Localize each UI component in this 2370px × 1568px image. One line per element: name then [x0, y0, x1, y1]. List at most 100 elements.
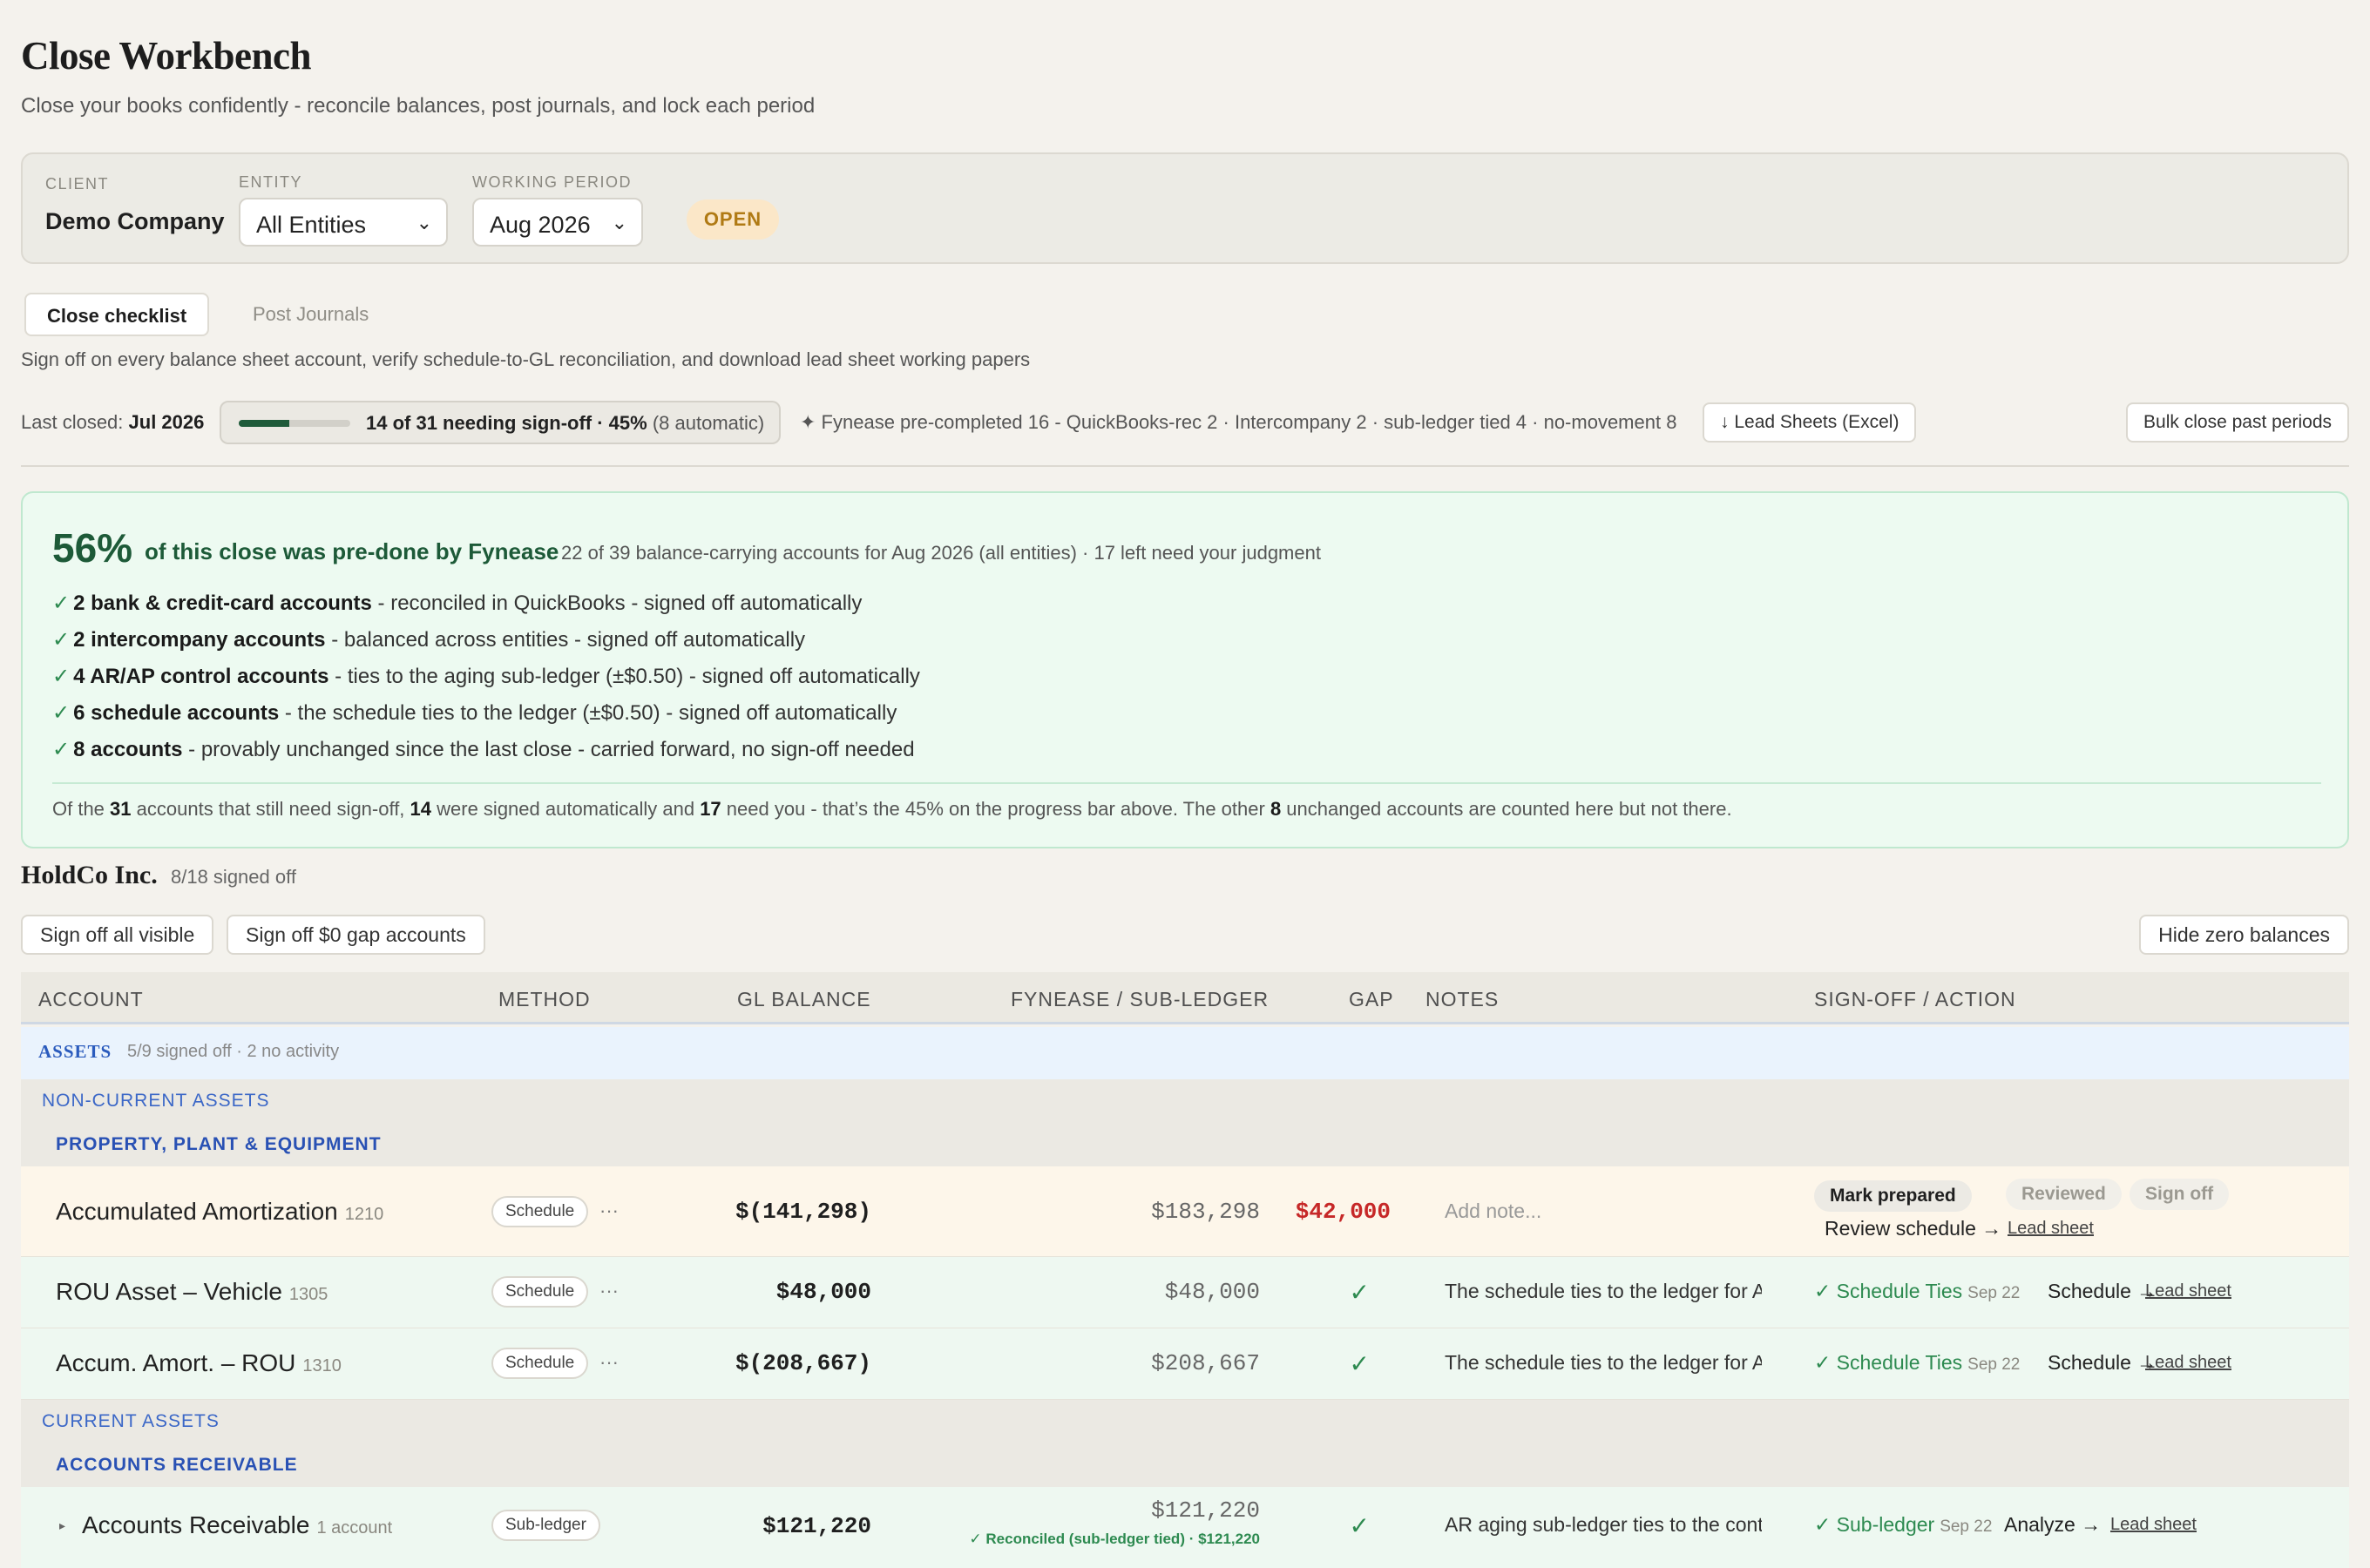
mark-prepared-button[interactable]: Mark prepared	[1814, 1180, 1972, 1212]
predone-item-text: - provably unchanged since the last clos…	[182, 738, 915, 761]
lead-sheet-link[interactable]: Lead sheet	[2110, 1515, 2197, 1535]
bulk-close-button[interactable]: Bulk close past periods	[2126, 402, 2349, 443]
method-chip[interactable]: Schedule	[491, 1348, 589, 1379]
fynease-balance: $48,000	[1164, 1279, 1260, 1305]
entity-label: ENTITY	[239, 173, 303, 191]
predone-item: ✓ 6 schedule accounts - the schedule ties…	[52, 700, 897, 726]
account-number: 1310	[302, 1356, 342, 1375]
sign-off-button[interactable]: Sign off	[2130, 1179, 2230, 1210]
hide-zero-balances-button[interactable]: Hide zero balances	[2139, 915, 2349, 955]
predone-item-bold: 6 schedule accounts	[73, 701, 280, 725]
check-icon: ✓	[52, 738, 71, 761]
col-notes[interactable]: NOTES	[1425, 988, 1499, 1011]
predone-summary-panel: 56% of this close was pre-done by Fyneas…	[21, 491, 2349, 848]
schedule-link[interactable]: Schedule →	[2048, 1351, 2157, 1375]
lead-sheet-link[interactable]: Lead sheet	[2145, 1281, 2231, 1301]
progress-track	[239, 420, 350, 427]
gap-value: $42,000	[1295, 1199, 1391, 1225]
review-schedule-link[interactable]: Review schedule →	[1825, 1217, 2001, 1240]
tab-close-checklist[interactable]: Close checklist	[24, 293, 210, 336]
group-current-assets[interactable]: CURRENT ASSETS	[21, 1400, 2349, 1443]
fynease-summary: ✦ Fynease pre-completed 16 - QuickBooks-…	[800, 411, 1677, 433]
analyze-link[interactable]: Analyze →	[2004, 1513, 2101, 1537]
predone-headline: of this close was pre-done by Fynease	[145, 538, 559, 564]
more-icon[interactable]: ···	[599, 1200, 619, 1222]
predone-percent: 56%	[52, 525, 133, 571]
subgroup-label: PROPERTY, PLANT & EQUIPMENT	[56, 1134, 382, 1154]
sign-off-zero-gap-button[interactable]: Sign off $0 gap accounts	[227, 915, 485, 955]
group-accounts-receivable[interactable]: ACCOUNTS RECEIVABLE	[21, 1443, 2349, 1487]
signoff-status: ✓ Schedule Ties Sep 22	[1814, 1351, 2020, 1375]
table-row[interactable]: ▸ Accounts Receivable 1 account Sub-ledge…	[21, 1487, 2349, 1568]
lead-sheets-excel-button[interactable]: ↓ Lead Sheets (Excel)	[1703, 402, 1917, 443]
lead-sheet-link[interactable]: Lead sheet	[2145, 1353, 2231, 1373]
last-closed: Last closed: Jul 2026	[21, 411, 204, 434]
account-number: 1305	[288, 1285, 328, 1304]
group-label: CURRENT ASSETS	[42, 1411, 220, 1431]
gl-balance: $48,000	[775, 1279, 871, 1305]
table-row[interactable]: Accum. Amort. – ROU 1310 Schedule ··· $(2…	[21, 1328, 2349, 1400]
gl-balance: $(208,667)	[735, 1350, 871, 1376]
entity-select[interactable]: All Entities ⌄	[239, 198, 448, 247]
col-signoff-action[interactable]: SIGN-OFF / ACTION	[1814, 988, 2016, 1011]
predone-item: ✓ 2 bank & credit-card accounts - reconci…	[52, 591, 862, 616]
predone-item-text: - the schedule ties to the ledger (±$0.5…	[279, 701, 897, 725]
account-name-text: Accounts Receivable	[82, 1511, 310, 1538]
account-name-text: ROU Asset – Vehicle	[56, 1278, 282, 1305]
predone-item-text: - balanced across entities - signed off …	[325, 628, 806, 652]
period-select[interactable]: Aug 2026 ⌄	[472, 198, 643, 247]
note-text[interactable]: The schedule ties to the ledger for Aug …	[1445, 1351, 1762, 1375]
predone-item-bold: 4 AR/AP control accounts	[73, 665, 329, 688]
col-fynease-subledger[interactable]: FYNEASE / SUB-LEDGER	[1011, 988, 1269, 1011]
predone-divider	[52, 782, 2321, 784]
group-ppe[interactable]: PROPERTY, PLANT & EQUIPMENT	[21, 1123, 2349, 1166]
footnote-text: Of the	[52, 798, 111, 820]
reconciled-status: ✓ Reconciled (sub-ledger tied) · $121,22…	[969, 1531, 1260, 1547]
table-row[interactable]: ROU Asset – Vehicle 1305 Schedule ··· $48…	[21, 1257, 2349, 1328]
check-icon: ✓	[52, 665, 71, 688]
check-icon: ✓	[52, 701, 71, 725]
check-icon: ✓	[52, 591, 71, 615]
sign-off-all-visible-button[interactable]: Sign off all visible	[21, 915, 214, 955]
note-text[interactable]: AR aging sub-ledger ties to the control …	[1445, 1513, 1762, 1537]
more-icon[interactable]: ···	[599, 1351, 619, 1374]
method-chip[interactable]: Schedule	[491, 1276, 589, 1308]
lead-sheet-link[interactable]: Lead sheet	[2008, 1219, 2094, 1239]
predone-item-text: - reconciled in QuickBooks - signed off …	[371, 591, 863, 615]
predone-item-bold: 2 bank & credit-card accounts	[73, 591, 372, 615]
predone-item-text: - ties to the aging sub-ledger (±$0.50) …	[328, 665, 920, 688]
tab-description: Sign off on every balance sheet account,…	[21, 348, 1031, 370]
predone-item-bold: 2 intercompany accounts	[73, 628, 326, 652]
signoff-label: ✓ Schedule Ties	[1814, 1351, 1963, 1374]
entity-select-value: All Entities	[256, 212, 367, 238]
client-label: CLIENT	[45, 175, 110, 193]
tab-post-journals[interactable]: Post Journals	[232, 293, 389, 336]
footnote-number: 17	[700, 798, 721, 820]
col-method[interactable]: METHOD	[498, 988, 591, 1011]
more-icon[interactable]: ···	[599, 1280, 619, 1302]
footnote-number: 31	[110, 798, 132, 820]
col-account[interactable]: ACCOUNT	[38, 988, 144, 1011]
schedule-link[interactable]: Schedule →	[2048, 1280, 2157, 1303]
col-gap[interactable]: GAP	[1349, 988, 1394, 1011]
signoff-label: ✓ Sub-ledger	[1814, 1513, 1935, 1536]
method-chip[interactable]: Sub-ledger	[491, 1510, 600, 1541]
last-closed-value: Jul 2026	[128, 411, 205, 433]
reviewed-button[interactable]: Reviewed	[2006, 1179, 2122, 1210]
last-closed-label: Last closed:	[21, 411, 124, 433]
group-non-current-assets[interactable]: NON-CURRENT ASSETS	[21, 1079, 2349, 1123]
fynease-balance: $121,220	[1151, 1497, 1260, 1524]
period-select-value: Aug 2026	[490, 212, 591, 238]
note-text[interactable]: The schedule ties to the ledger for Aug …	[1445, 1280, 1762, 1303]
client-value: Demo Company	[45, 208, 225, 234]
section-assets[interactable]: ASSETS 5/9 signed off · 2 no activity	[21, 1027, 2349, 1079]
note-input[interactable]: Add note...	[1445, 1200, 1762, 1223]
method-chip[interactable]: Schedule	[491, 1196, 589, 1227]
entity-name: HoldCo Inc.	[21, 861, 158, 889]
col-gl-balance[interactable]: GL BALANCE	[737, 988, 871, 1011]
table-row[interactable]: Accumulated Amortization 1210 Schedule ··…	[21, 1166, 2349, 1257]
expand-caret-icon[interactable]: ▸	[59, 1518, 65, 1533]
status-row: Last closed: Jul 2026 14 of 31 needing s…	[21, 401, 2349, 444]
predone-item: ✓ 4 AR/AP control accounts - ties to the …	[52, 664, 920, 689]
group-label: NON-CURRENT ASSETS	[42, 1091, 270, 1111]
